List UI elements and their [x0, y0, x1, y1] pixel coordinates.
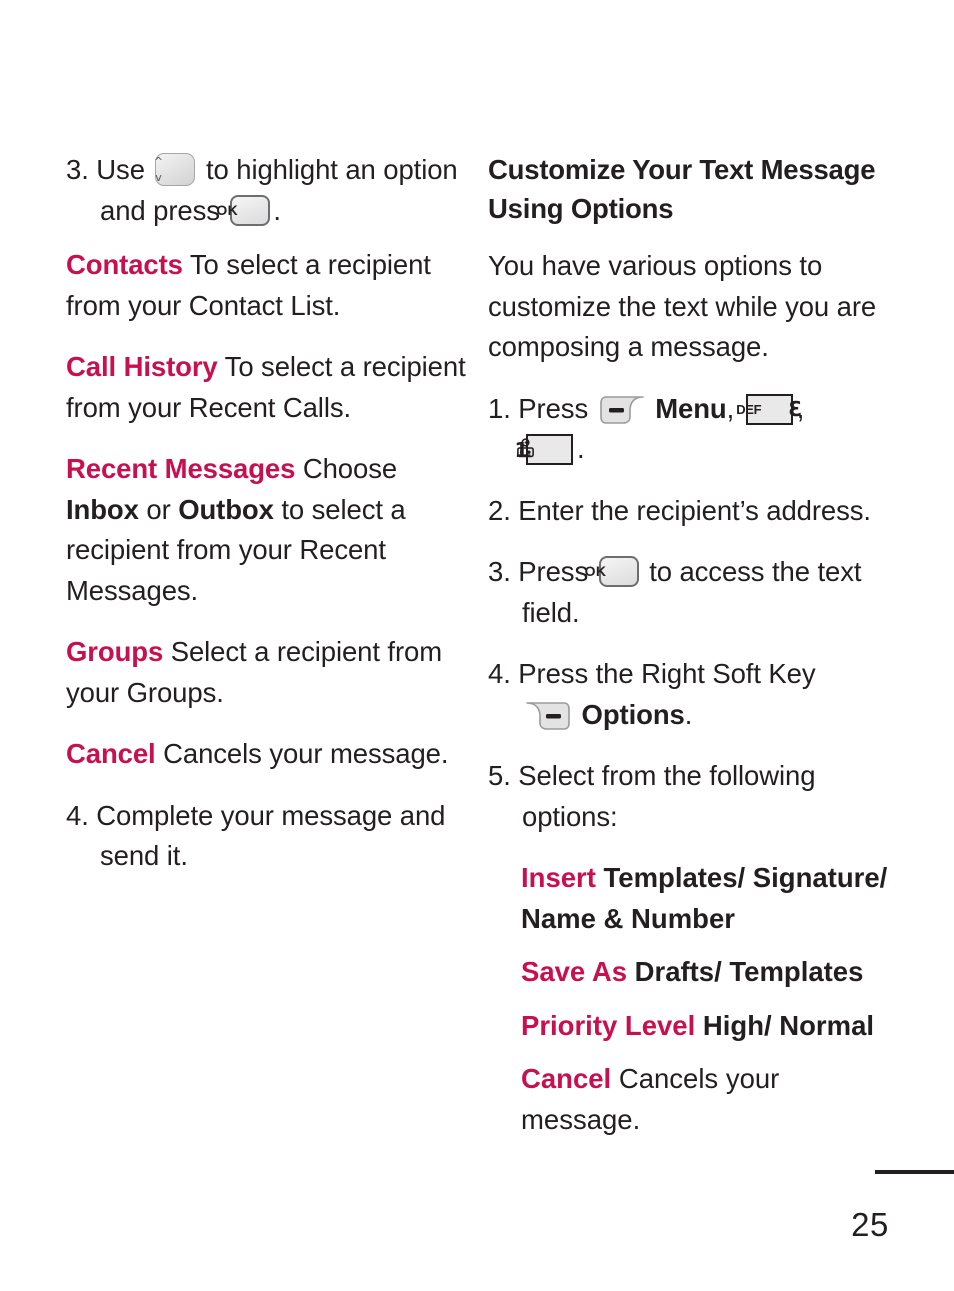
keypad-key-1-voicemail-icon: 1	[515, 434, 573, 465]
option-call-history-term: Call History	[66, 351, 218, 382]
options-soft-key-label: Options	[581, 698, 685, 730]
right-soft-key-icon	[526, 701, 570, 730]
ok-key-icon: OK	[584, 556, 639, 587]
right-column: Customize Your Text Message Using Option…	[488, 150, 888, 1153]
option-contacts-term: Contacts	[66, 249, 183, 280]
option-save-as-term: Save As	[521, 956, 627, 987]
option-groups-term: Groups	[66, 636, 164, 667]
right-step-5-text: Select from the following options:	[518, 760, 816, 832]
right-step-3: 3. Press OK to access the text field.	[488, 552, 888, 633]
left-step-3: 3. Use ^ v to highlight an option and pr…	[66, 150, 466, 231]
option-cancel-desc: Cancels your message.	[155, 738, 449, 769]
option-recent-messages-inbox: Inbox	[66, 493, 139, 525]
left-soft-key-icon	[599, 395, 644, 424]
option-cancel: Cancel Cancels your message.	[66, 734, 466, 775]
nav-up-chevron-icon: ^	[153, 155, 164, 168]
option-insert: Insert Templates/ Signature/ Name & Numb…	[488, 858, 888, 939]
option-groups: Groups Select a recipient from your Grou…	[66, 632, 466, 713]
right-step-1-text-before: Press	[518, 392, 589, 424]
option-priority-level-term: Priority Level	[521, 1009, 696, 1041]
ok-key-icon: OK	[216, 194, 271, 226]
section-title: Customize Your Text Message Using Option…	[488, 154, 876, 224]
right-step-2-marker: 2.	[488, 494, 511, 526]
right-step-4-text-before: Press the Right Soft Key	[518, 658, 816, 689]
footer-rule	[875, 1170, 954, 1174]
right-step-1-period: .	[577, 433, 585, 464]
option-contacts: Contacts To select a recipient from your…	[66, 245, 466, 326]
right-step-4-marker: 4.	[488, 658, 511, 689]
right-step-3-text-before: Press	[518, 556, 589, 587]
option-recent-messages-desc-1: Choose	[295, 453, 398, 484]
option-call-history: Call History To select a recipient from …	[66, 347, 466, 428]
right-step-4-period: .	[684, 698, 693, 730]
manual-page: 3. Use ^ v to highlight an option and pr…	[0, 0, 954, 1291]
nav-down-chevron-icon: v	[155, 171, 162, 184]
left-step-4-text: Complete your message and send it.	[96, 799, 446, 872]
menu-soft-key-label: Menu	[655, 392, 727, 424]
left-step-3-text-before: Use	[96, 154, 145, 185]
ok-key-label: OK	[216, 201, 239, 218]
option-save-as: Save As Drafts/ Templates	[488, 952, 888, 993]
left-column: 3. Use ^ v to highlight an option and pr…	[66, 150, 466, 898]
right-step-2-text: Enter the recipient’s address.	[518, 494, 871, 526]
section-intro: You have various options to customize th…	[488, 250, 877, 362]
right-step-5-marker: 5.	[488, 760, 511, 791]
option-priority-level-values: High/ Normal	[695, 1009, 875, 1041]
ok-key-label: OK	[584, 563, 607, 580]
page-number: 25	[851, 1206, 889, 1243]
left-step-4-marker: 4.	[66, 799, 89, 831]
option-recent-messages: Recent Messages Choose Inbox or Outbox t…	[66, 449, 466, 611]
right-step-2: 2. Enter the recipient’s address.	[488, 491, 888, 532]
navigation-key-up-down-icon: ^ v	[153, 153, 196, 186]
option-save-as-values: Drafts/ Templates	[627, 956, 864, 987]
option-cancel-term: Cancel	[66, 738, 156, 769]
option-cancel-right: Cancel Cancels your message.	[488, 1059, 888, 1140]
option-recent-messages-outbox: Outbox	[178, 493, 274, 525]
left-step-3-period: .	[273, 194, 281, 226]
option-recent-messages-desc-2: or	[138, 493, 179, 525]
option-insert-term: Insert	[521, 862, 596, 893]
left-step-4: 4. Complete your message and send it.	[66, 796, 466, 877]
right-step-1: 1. Press Menu, 3 DEF , 1 .	[488, 389, 888, 470]
keypad-key-3-def-icon: 3 DEF	[736, 393, 802, 425]
option-recent-messages-term: Recent Messages	[66, 453, 296, 484]
option-cancel-right-term: Cancel	[521, 1063, 612, 1094]
right-step-1-marker: 1.	[488, 392, 511, 424]
right-step-3-marker: 3.	[488, 556, 511, 587]
left-step-3-marker: 3.	[66, 154, 89, 185]
right-step-1-comma-1: ,	[726, 392, 735, 424]
option-priority-level: Priority Level High/ Normal	[488, 1006, 888, 1047]
right-step-4: 4. Press the Right Soft Key Options.	[488, 654, 888, 735]
right-step-5: 5. Select from the following options:	[488, 756, 888, 837]
